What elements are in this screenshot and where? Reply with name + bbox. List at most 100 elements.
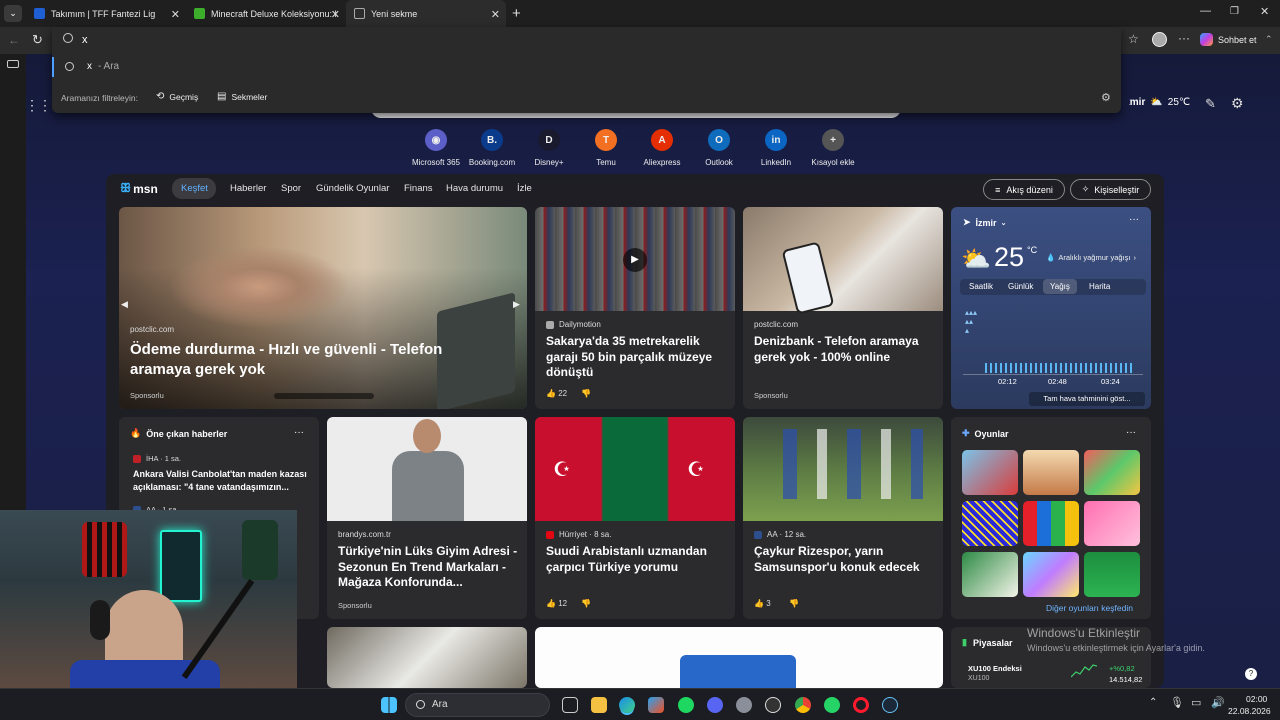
- game-tile-pink[interactable]: [1084, 501, 1140, 546]
- weather-location[interactable]: ➤ İzmir ⌄: [963, 217, 1006, 228]
- mic-icon[interactable]: 🎙: [1170, 696, 1184, 709]
- restore-icon[interactable]: ❐: [1230, 6, 1239, 17]
- news-card-garage[interactable]: ▶ Dailymotion Sakarya'da 35 metrekarelik…: [535, 207, 735, 409]
- discord-icon[interactable]: [707, 697, 723, 713]
- edge-icon[interactable]: [619, 697, 635, 713]
- garage-dislike-icon[interactable]: 👎: [581, 389, 591, 398]
- nav-haberler[interactable]: Haberler: [230, 183, 266, 194]
- msn-logo[interactable]: ꕥ msn: [120, 181, 158, 196]
- back-icon[interactable]: ←: [8, 33, 20, 47]
- weather-tab-saatlik[interactable]: Saatlik: [969, 282, 993, 291]
- weather-card[interactable]: ➤ İzmir ⌄ ··· ⛅ 25 °C 💧 Aralıklı yağmur yağ…: [951, 207, 1151, 409]
- chrome-icon[interactable]: [795, 697, 811, 713]
- ticker-name[interactable]: XU100 Endeksi: [968, 664, 1022, 673]
- suggestion-row[interactable]: x - Ara: [52, 57, 1121, 77]
- whatsapp-icon[interactable]: [824, 697, 840, 713]
- feed-layout-button[interactable]: ≡ Akış düzeni: [983, 179, 1065, 200]
- garage-like-button[interactable]: 👍 22: [546, 389, 567, 398]
- close-tab-icon[interactable]: ✕: [331, 8, 340, 21]
- clock-date[interactable]: 22.08.2026: [1228, 706, 1271, 716]
- sponsored-card-denizbank[interactable]: postclic.com Denizbank - Telefon aramaya…: [743, 207, 943, 409]
- personalize-button[interactable]: ✧ Kişiselleştir: [1070, 179, 1151, 200]
- nav-finans[interactable]: Finans: [404, 183, 433, 194]
- settings-icon[interactable]: [736, 697, 752, 713]
- football-like-button[interactable]: 👍 3: [754, 599, 771, 608]
- shortcut-k-sayol-ekle[interactable]: + Kısayol ekle: [798, 129, 868, 167]
- settings-gear-icon[interactable]: ⚙: [1101, 91, 1111, 104]
- shortcut-icon: B.: [481, 129, 503, 151]
- favorites-icon[interactable]: ☆: [1128, 32, 1139, 46]
- nav-kesfet[interactable]: Keşfet: [181, 183, 208, 194]
- workspaces-icon[interactable]: [7, 60, 19, 68]
- clock-time[interactable]: 02:00: [1246, 694, 1267, 704]
- top-news-more-icon[interactable]: ···: [294, 427, 304, 438]
- carousel-next-icon[interactable]: ▶: [513, 299, 520, 310]
- more-icon[interactable]: ···: [1178, 31, 1190, 45]
- news-card-flags[interactable]: ☪ ☪ Hürriyet · 8 sa. Suudi Arabistanlı u…: [535, 417, 735, 619]
- tab-actions-icon[interactable]: ⌄: [4, 5, 22, 22]
- close-tab-icon[interactable]: ✕: [171, 8, 180, 21]
- opera-icon[interactable]: [853, 697, 869, 713]
- edit-pen-icon[interactable]: ✎: [1205, 96, 1216, 112]
- top-news-item-1[interactable]: İHA · 1 sa. Ankara Valisi Canbolat'tan m…: [133, 454, 311, 493]
- sponsored-card-boss[interactable]: brandys.com.tr Türkiye'nin Lüks Giyim Ad…: [327, 417, 527, 619]
- file-explorer-icon[interactable]: [591, 697, 607, 713]
- tab-minecraft[interactable]: Minecraft Deluxe Koleksiyonu: Bed ✕: [186, 0, 346, 27]
- top-weather[interactable]: İzmir ⛅ 25℃: [1122, 97, 1190, 108]
- help-icon[interactable]: ?: [1245, 668, 1257, 680]
- page-settings-icon[interactable]: ⚙: [1231, 95, 1244, 112]
- full-forecast-link[interactable]: Tam hava tahminini göst...: [1029, 392, 1145, 406]
- carousel-prev-icon[interactable]: ◀: [121, 299, 128, 310]
- game-tile-uno[interactable]: [1023, 501, 1079, 546]
- tab-new[interactable]: Yeni sekme ✕: [346, 0, 506, 27]
- game-tile-mahjong[interactable]: [962, 552, 1018, 597]
- game-tile-blocks[interactable]: [1023, 450, 1079, 495]
- carousel-dots[interactable]: [274, 393, 374, 399]
- play-icon[interactable]: ▶: [623, 248, 647, 272]
- tab-fantezi-lig[interactable]: Takımım | TFF Fantezi Lig ✕: [26, 0, 186, 27]
- game-tile-colors[interactable]: [1023, 552, 1079, 597]
- steam-icon[interactable]: [882, 697, 898, 713]
- nav-spor[interactable]: Spor: [281, 183, 301, 194]
- weather-tab-yagis[interactable]: Yağış: [1043, 279, 1077, 294]
- game-tile-maze[interactable]: [962, 501, 1018, 546]
- refresh-icon[interactable]: ↻: [32, 32, 43, 48]
- copilot-chat-button[interactable]: Sohbet et: [1200, 33, 1257, 46]
- filter-history[interactable]: ⟲ Geçmiş: [156, 91, 198, 102]
- sidebar-toggle-icon[interactable]: ⌃: [1265, 34, 1273, 45]
- volume-icon[interactable]: 🔊: [1211, 696, 1225, 709]
- nav-izle[interactable]: İzle: [517, 183, 532, 194]
- store-icon[interactable]: [648, 697, 664, 713]
- windows-start-icon[interactable]: [381, 697, 397, 713]
- news-card-hazmat[interactable]: [327, 627, 527, 688]
- flags-dislike-icon[interactable]: 👎: [581, 599, 591, 608]
- filter-tabs[interactable]: ▤ Sekmeler: [217, 91, 267, 102]
- close-window-icon[interactable]: ✕: [1260, 5, 1269, 18]
- news-card-bucket[interactable]: [535, 627, 943, 688]
- weather-tab-gunluk[interactable]: Günlük: [1008, 282, 1033, 291]
- task-view-icon[interactable]: [562, 697, 578, 713]
- spotify-icon[interactable]: [678, 697, 694, 713]
- close-tab-icon[interactable]: ✕: [491, 8, 500, 21]
- weather-more-icon[interactable]: ···: [1129, 214, 1139, 225]
- address-input[interactable]: [82, 31, 382, 49]
- news-card-football[interactable]: AA · 12 sa. Çaykur Rizespor, yarın Samsu…: [743, 417, 943, 619]
- display-icon[interactable]: ▭: [1191, 696, 1201, 709]
- nav-gundelik-oyunlar[interactable]: Gündelik Oyunlar: [316, 183, 389, 194]
- game-tile-solitaire[interactable]: [1084, 552, 1140, 597]
- game-tile-knots[interactable]: [1084, 450, 1140, 495]
- taskbar-search[interactable]: Ara: [405, 693, 550, 717]
- games-more-icon[interactable]: ···: [1126, 427, 1136, 438]
- tray-chevron-icon[interactable]: ⌃: [1149, 697, 1157, 708]
- game-tile-racing[interactable]: [962, 450, 1018, 495]
- football-dislike-icon[interactable]: 👎: [789, 599, 799, 608]
- nav-hava-durumu[interactable]: Hava durumu: [446, 183, 503, 194]
- minimize-icon[interactable]: —: [1200, 5, 1211, 17]
- weather-tab-harita[interactable]: Harita: [1089, 282, 1110, 291]
- profile-avatar[interactable]: [1152, 32, 1167, 47]
- more-games-link[interactable]: Diğer oyunları keşfedin: [1046, 603, 1133, 613]
- new-tab-button[interactable]: +: [512, 5, 521, 22]
- chatgpt-icon[interactable]: [765, 697, 781, 713]
- hero-card[interactable]: postclic.com Ödeme durdurma - Hızlı ve g…: [119, 207, 527, 409]
- flags-like-button[interactable]: 👍 12: [546, 599, 567, 608]
